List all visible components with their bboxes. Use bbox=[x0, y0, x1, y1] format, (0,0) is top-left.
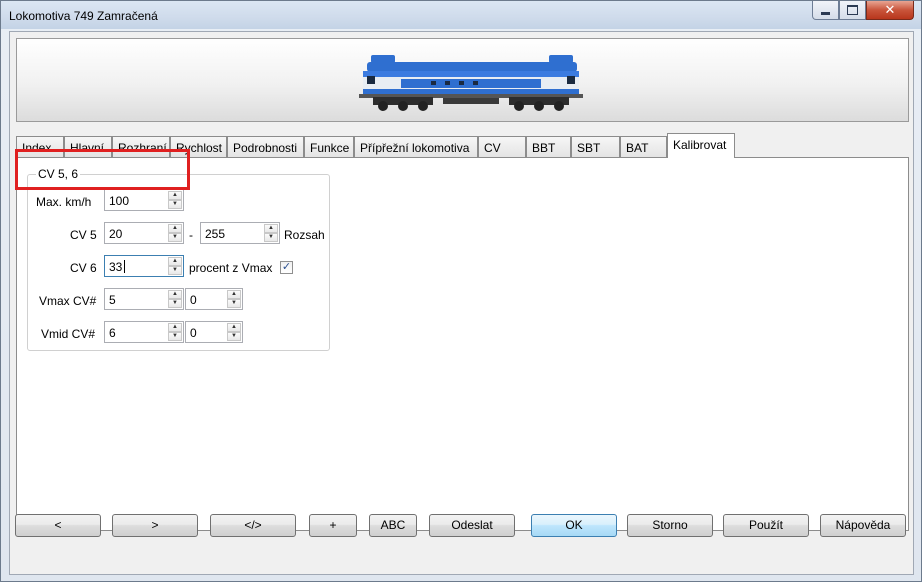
window-title: Lokomotiva 749 Zamračená bbox=[9, 9, 158, 23]
percent-of-vmax-label: procent z Vmax bbox=[189, 261, 273, 275]
tab-bbt[interactable]: BBT bbox=[526, 136, 571, 157]
spinner-arrows: ▲ ▼ bbox=[168, 323, 182, 341]
tab-label: Kalibrovat bbox=[673, 138, 727, 152]
text-caret bbox=[124, 260, 125, 273]
spinner-down-arrow-icon[interactable]: ▼ bbox=[168, 332, 182, 341]
calibration-panel: CV 5, 6 Max. km/h 100 ▲ ▼ CV 5 20 ▲ ▼ - … bbox=[16, 157, 909, 531]
maximize-icon bbox=[847, 5, 858, 15]
send-button[interactable]: Odeslat bbox=[429, 514, 515, 537]
vmid-cv-value: 6 bbox=[109, 326, 116, 340]
vmid-cv-label: Vmid CV# bbox=[41, 327, 96, 341]
vmid-extra-spinner[interactable]: 0 ▲ ▼ bbox=[185, 321, 243, 343]
cv5-max-value: 255 bbox=[205, 227, 226, 241]
spinner-arrows: ▲ ▼ bbox=[168, 191, 182, 209]
cancel-button[interactable]: Storno bbox=[627, 514, 713, 537]
max-kmh-label: Max. km/h bbox=[36, 195, 92, 209]
dialog-client: Index Hlavní Rozhraní Rychlost Podrobnos… bbox=[9, 31, 914, 575]
tab-label: Podrobnosti bbox=[233, 141, 298, 155]
spinner-up-arrow-icon[interactable]: ▲ bbox=[264, 224, 278, 233]
vmax-extra-value: 0 bbox=[190, 293, 197, 307]
spinner-up-arrow-icon[interactable]: ▲ bbox=[227, 290, 241, 299]
spinner-down-arrow-icon[interactable]: ▼ bbox=[168, 233, 182, 242]
cv6-value: 33 bbox=[109, 260, 123, 274]
tab-cv[interactable]: CV bbox=[478, 136, 526, 157]
tab-pripreg-lokomotiva[interactable]: Přípřežní lokomotiva bbox=[354, 136, 478, 157]
cv5-min-spinner[interactable]: 20 ▲ ▼ bbox=[104, 222, 184, 244]
tab-label: Funkce bbox=[310, 141, 350, 155]
spinner-up-arrow-icon[interactable]: ▲ bbox=[168, 257, 182, 266]
max-kmh-spinner[interactable]: 100 ▲ ▼ bbox=[104, 189, 184, 211]
tab-bat[interactable]: BAT bbox=[620, 136, 667, 157]
cv56-group: CV 5, 6 Max. km/h 100 ▲ ▼ CV 5 20 ▲ ▼ - … bbox=[27, 167, 330, 351]
spinner-up-arrow-icon[interactable]: ▲ bbox=[168, 290, 182, 299]
close-button[interactable]: ✕ bbox=[866, 1, 914, 20]
spinner-arrows: ▲ ▼ bbox=[227, 290, 241, 308]
minimize-icon bbox=[821, 11, 830, 15]
ok-button[interactable]: OK bbox=[531, 514, 617, 537]
title-bar[interactable]: Lokomotiva 749 Zamračená ✕ bbox=[1, 1, 921, 29]
tab-label: CV bbox=[484, 141, 501, 155]
highlight-annotation bbox=[15, 149, 190, 190]
tab-label: SBT bbox=[577, 141, 601, 155]
max-kmh-value: 100 bbox=[109, 194, 130, 208]
tab-podrobnosti[interactable]: Podrobnosti bbox=[227, 136, 304, 157]
checkmark-icon: ✓ bbox=[281, 261, 292, 273]
spinner-down-arrow-icon[interactable]: ▼ bbox=[264, 233, 278, 242]
vmid-cv-spinner[interactable]: 6 ▲ ▼ bbox=[104, 321, 184, 343]
minimize-button[interactable] bbox=[812, 1, 839, 20]
range-label: Rozsah bbox=[284, 228, 325, 242]
tab-label: Přípřežní lokomotiva bbox=[360, 141, 470, 155]
vmid-extra-value: 0 bbox=[190, 326, 197, 340]
vmax-cv-label: Vmax CV# bbox=[39, 294, 97, 308]
cv5-range-separator: - bbox=[189, 228, 193, 242]
cv6-spinner[interactable]: 33 ▲ ▼ bbox=[104, 255, 184, 277]
spinner-up-arrow-icon[interactable]: ▲ bbox=[227, 323, 241, 332]
spinner-up-arrow-icon[interactable]: ▲ bbox=[168, 191, 182, 200]
tab-sbt[interactable]: SBT bbox=[571, 136, 620, 157]
cv5-label: CV 5 bbox=[70, 228, 97, 242]
cv5-min-value: 20 bbox=[109, 227, 123, 241]
spinner-up-arrow-icon[interactable]: ▲ bbox=[168, 323, 182, 332]
spinner-up-arrow-icon[interactable]: ▲ bbox=[168, 224, 182, 233]
cv6-label: CV 6 bbox=[70, 261, 97, 275]
spinner-down-arrow-icon[interactable]: ▼ bbox=[227, 332, 241, 341]
spinner-down-arrow-icon[interactable]: ▼ bbox=[168, 266, 182, 275]
spinner-down-arrow-icon[interactable]: ▼ bbox=[227, 299, 241, 308]
spinner-arrows: ▲ ▼ bbox=[264, 224, 278, 242]
percent-of-vmax-checkbox[interactable]: ✓ bbox=[280, 261, 293, 274]
spinner-down-arrow-icon[interactable]: ▼ bbox=[168, 299, 182, 308]
code-button[interactable]: </> bbox=[210, 514, 296, 537]
spinner-arrows: ▲ ▼ bbox=[168, 224, 182, 242]
locomotive-image bbox=[359, 55, 583, 111]
vmax-cv-spinner[interactable]: 5 ▲ ▼ bbox=[104, 288, 184, 310]
add-button[interactable]: + bbox=[309, 514, 357, 537]
apply-button[interactable]: Použít bbox=[723, 514, 809, 537]
maximize-button[interactable] bbox=[839, 1, 866, 20]
vmax-extra-spinner[interactable]: 0 ▲ ▼ bbox=[185, 288, 243, 310]
locomotive-banner bbox=[16, 38, 909, 122]
abc-button[interactable]: ABC bbox=[369, 514, 417, 537]
next-button[interactable]: > bbox=[112, 514, 198, 537]
help-button[interactable]: Nápověda bbox=[820, 514, 906, 537]
tab-funkce[interactable]: Funkce bbox=[304, 136, 354, 157]
prev-button[interactable]: < bbox=[15, 514, 101, 537]
close-icon: ✕ bbox=[884, 2, 896, 18]
app-window: Lokomotiva 749 Zamračená ✕ Index Hlavní … bbox=[0, 0, 922, 582]
tab-label: BAT bbox=[626, 141, 649, 155]
tab-kalibrovat[interactable]: Kalibrovat bbox=[667, 133, 735, 158]
spinner-arrows: ▲ ▼ bbox=[227, 323, 241, 341]
tab-label: BBT bbox=[532, 141, 556, 155]
spinner-arrows: ▲ ▼ bbox=[168, 257, 182, 275]
spinner-arrows: ▲ ▼ bbox=[168, 290, 182, 308]
cv5-max-spinner[interactable]: 255 ▲ ▼ bbox=[200, 222, 280, 244]
spinner-down-arrow-icon[interactable]: ▼ bbox=[168, 200, 182, 209]
vmax-cv-value: 5 bbox=[109, 293, 116, 307]
